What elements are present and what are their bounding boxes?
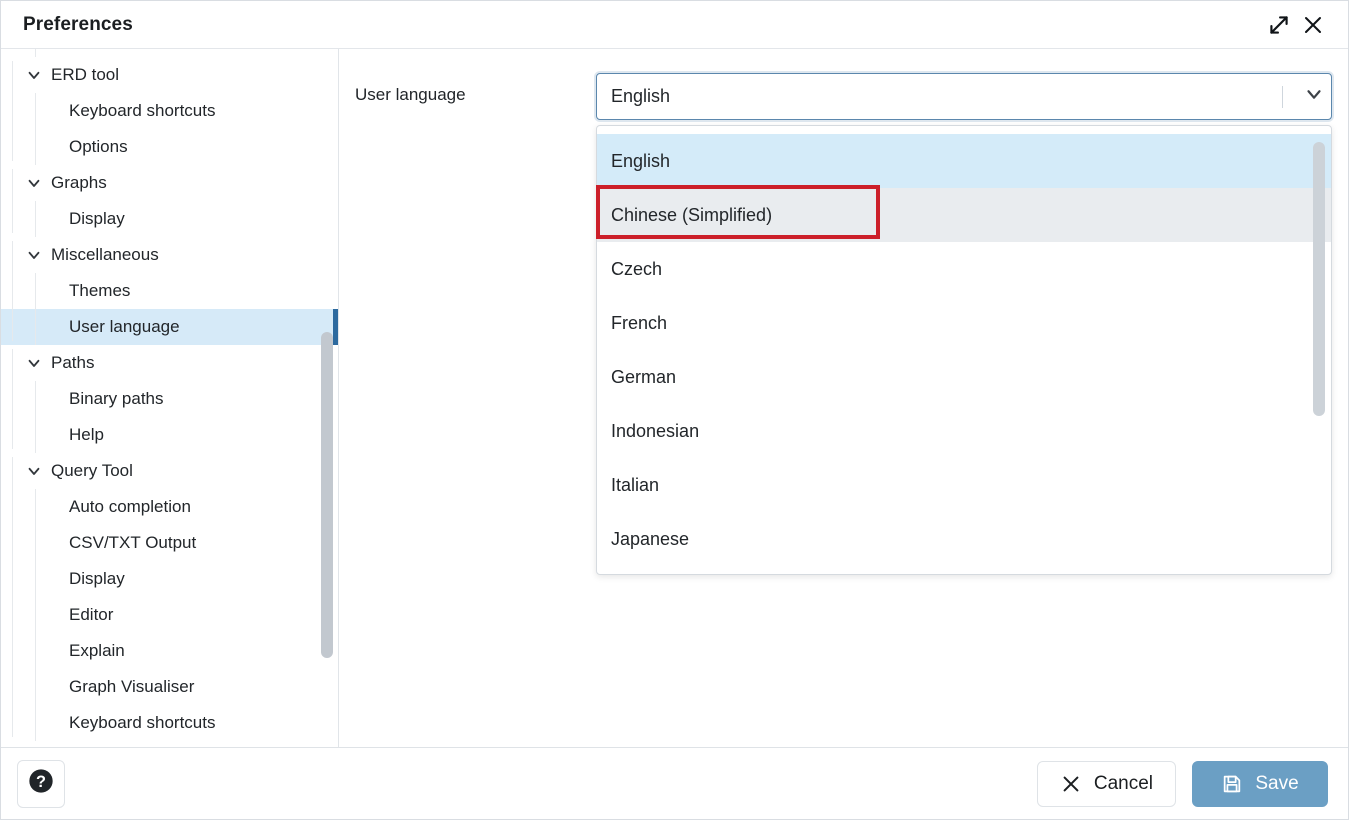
maximize-button[interactable] [1262, 8, 1296, 42]
page-title: Preferences [23, 13, 133, 35]
dropdown-option-czech[interactable]: Czech [597, 242, 1331, 296]
title-bar: Preferences [1, 1, 1348, 49]
sidebar-item-paths[interactable]: Paths [1, 345, 338, 381]
sidebar-scrollbar[interactable] [321, 49, 333, 747]
preferences-tree: Keyboard shortcuts ERD tool Keyboard short… [1, 49, 338, 747]
chevron-down-icon[interactable] [23, 172, 45, 194]
user-language-control: English English Chinese (Simplified) Cze… [596, 73, 1348, 575]
sidebar-item-graph-visualiser[interactable]: Graph Visualiser [1, 669, 338, 705]
preferences-sidebar: Keyboard shortcuts ERD tool Keyboard short… [1, 49, 339, 747]
dropdown-option-german[interactable]: German [597, 350, 1331, 404]
sidebar-item-display[interactable]: Display [1, 561, 338, 597]
dropdown-option-french[interactable]: French [597, 296, 1331, 350]
cancel-button[interactable]: Cancel [1036, 760, 1176, 807]
sidebar-item-label: Editor [69, 605, 114, 624]
dropdown-option-label: Indonesian [611, 420, 700, 441]
user-language-field-row: User language English English Chinese (S… [339, 73, 1348, 575]
sidebar-item-auto-completion[interactable]: Auto completion [1, 489, 338, 525]
user-language-label: User language [355, 85, 466, 104]
sidebar-item-label: Display [69, 209, 125, 228]
svg-text:?: ? [36, 773, 46, 791]
question-mark-icon: ? [27, 767, 55, 800]
dropdown-option-label: English [611, 150, 671, 171]
sidebar-item-erd-tool[interactable]: ERD tool [1, 57, 338, 93]
dropdown-option-label: French [611, 312, 668, 333]
dropdown-option-label: Chinese (Simplified) [611, 204, 773, 225]
sidebar-item-label: Explain [69, 641, 125, 660]
sidebar-item-label: Paths [51, 353, 95, 372]
sidebar-item-label: Miscellaneous [51, 245, 159, 264]
preferences-dialog: Preferences K [0, 0, 1349, 820]
dropdown-option-indonesian[interactable]: Indonesian [597, 404, 1331, 458]
cancel-button-label: Cancel [1093, 772, 1153, 794]
close-button[interactable] [1296, 8, 1330, 42]
dropdown-option-label: Italian [611, 474, 660, 495]
user-language-dropdown: English Chinese (Simplified) Czech French Ge… [596, 125, 1332, 575]
sidebar-item-graphs[interactable]: Graphs [1, 165, 338, 201]
dialog-body: Keyboard shortcuts ERD tool Keyboard short… [1, 49, 1348, 748]
sidebar-item-user-language[interactable]: User language [1, 309, 338, 345]
chevron-down-icon[interactable] [23, 352, 45, 374]
sidebar-item-csv-txt-output[interactable]: CSV/TXT Output [1, 525, 338, 561]
user-language-select-value: English [611, 86, 671, 106]
close-x-icon [1060, 773, 1082, 795]
help-button[interactable]: ? [17, 759, 65, 808]
floppy-disk-icon [1221, 773, 1243, 795]
sidebar-item-explain[interactable]: Explain [1, 633, 338, 669]
sidebar-item-label: Themes [69, 281, 131, 300]
sidebar-item-label: Query Tool [51, 461, 133, 480]
chevron-down-icon[interactable] [23, 64, 45, 86]
maximize-icon [1266, 12, 1292, 38]
sidebar-item-help[interactable]: Help [1, 417, 338, 453]
sidebar-item-label: Help [69, 425, 104, 444]
chevron-down-icon[interactable] [23, 460, 45, 482]
dropdown-option-label: German [611, 366, 677, 387]
dropdown-option-label: Czech [611, 258, 663, 279]
sidebar-item-label: Binary paths [69, 389, 164, 408]
sidebar-item-label: Graphs [51, 173, 107, 192]
select-divider [1282, 85, 1283, 108]
sidebar-item-binary-paths[interactable]: Binary paths [1, 381, 338, 417]
sidebar-item-label: Graph Visualiser [69, 677, 195, 696]
sidebar-item-editor[interactable]: Editor [1, 597, 338, 633]
sidebar-item-keyboard-shortcuts[interactable]: Keyboard shortcuts [1, 49, 338, 57]
sidebar-item-keyboard-shortcuts[interactable]: Keyboard shortcuts [1, 93, 338, 129]
sidebar-item-label: ERD tool [51, 65, 120, 84]
dropdown-option-chinese-simplified[interactable]: Chinese (Simplified) [597, 188, 1331, 242]
save-button-label: Save [1255, 772, 1299, 794]
dropdown-scrollbar[interactable] [1313, 130, 1325, 570]
dropdown-scrollbar-thumb[interactable] [1313, 142, 1325, 416]
user-language-select[interactable]: English [596, 73, 1332, 120]
dropdown-option-japanese[interactable]: Japanese [597, 512, 1331, 566]
dropdown-option-italian[interactable]: Italian [597, 458, 1331, 512]
sidebar-item-label: Auto completion [69, 497, 191, 516]
sidebar-item-display[interactable]: Display [1, 201, 338, 237]
sidebar-item-query-tool[interactable]: Query Tool [1, 453, 338, 489]
select-toggle-button[interactable] [1297, 74, 1331, 119]
close-icon [1301, 13, 1325, 37]
sidebar-item-label: Keyboard shortcuts [69, 713, 216, 732]
sidebar-item-label: User language [69, 317, 180, 336]
sidebar-item-miscellaneous[interactable]: Miscellaneous [1, 237, 338, 273]
chevron-down-icon[interactable] [23, 244, 45, 266]
dialog-footer: ? Cancel Save zh [1, 748, 1348, 819]
sidebar-item-options[interactable]: Options [1, 129, 338, 165]
save-button[interactable]: Save [1192, 760, 1328, 807]
chevron-down-icon [1303, 83, 1325, 110]
sidebar-item-label: Display [69, 569, 125, 588]
dropdown-option-label: Japanese [611, 528, 690, 549]
sidebar-item-label: Keyboard shortcuts [69, 101, 216, 120]
sidebar-item-label: CSV/TXT Output [69, 533, 197, 552]
sidebar-scrollbar-thumb[interactable] [321, 332, 333, 658]
preferences-content: User language English English Chinese (S… [339, 49, 1348, 747]
sidebar-item-label: Options [69, 137, 128, 156]
user-language-option-list: English Chinese (Simplified) Czech French Ge… [597, 134, 1331, 566]
sidebar-item-themes[interactable]: Themes [1, 273, 338, 309]
sidebar-item-keyboard-shortcuts[interactable]: Keyboard shortcuts [1, 705, 338, 741]
dropdown-option-english[interactable]: English [597, 134, 1331, 188]
